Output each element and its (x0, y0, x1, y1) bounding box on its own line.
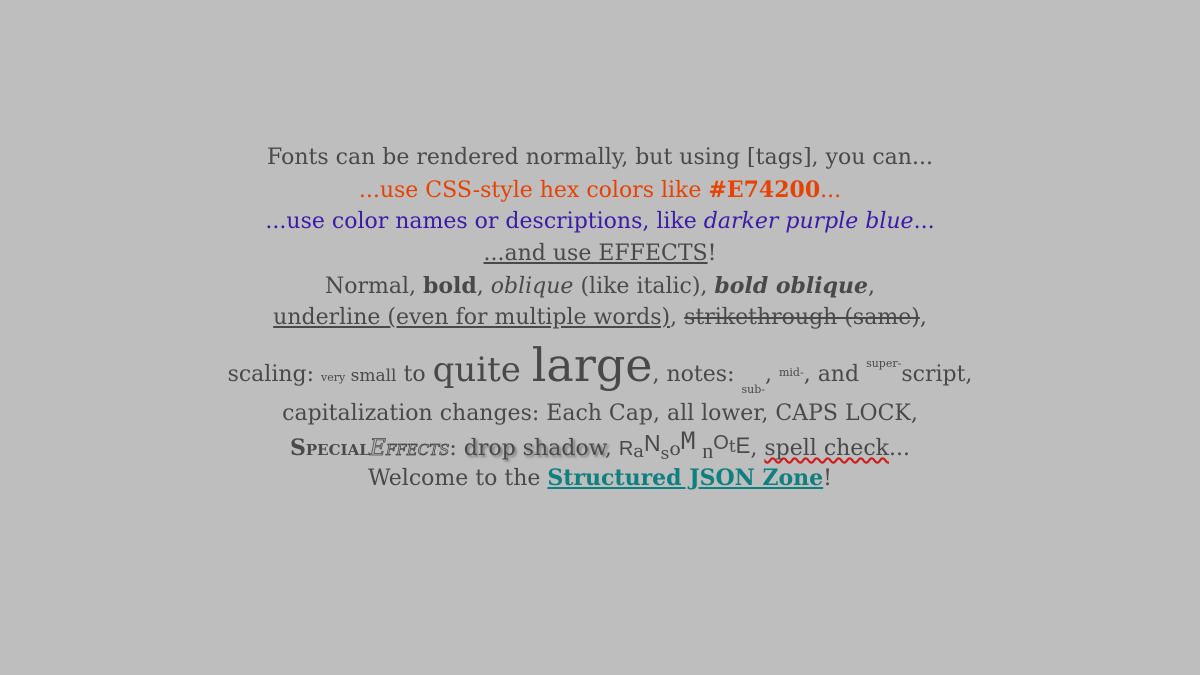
special-end: ... (888, 436, 910, 461)
small-text: small (345, 366, 397, 386)
normal-text: Normal, (324, 274, 423, 299)
color-names-prefix: ...use color names or descriptions, like (265, 209, 704, 234)
subscript-note: sub- (741, 383, 765, 396)
ransom-sep: , (750, 436, 765, 461)
line-intro: Fonts can be rendered normally, but usin… (0, 145, 1200, 170)
effects-outline-text: Effects (369, 436, 450, 462)
quite-text: quite (432, 350, 521, 390)
hex-suffix: ... (820, 178, 842, 203)
ransom-letter: n (702, 438, 714, 463)
hex-prefix: ...use CSS-style hex colors like (358, 178, 709, 203)
styles-end: , (868, 274, 876, 299)
line-effects-intro: ...and use EFFECTS! (0, 241, 1200, 266)
effects-intro-suffix: ! (707, 241, 717, 266)
bold-oblique-text: bold oblique (714, 273, 869, 299)
notes-text: , notes: (652, 362, 742, 387)
ransom-letter: a (633, 441, 644, 462)
structured-json-zone-link[interactable]: Structured JSON Zone (547, 465, 823, 491)
ransom-letter: o (669, 438, 681, 460)
decorations-end: , (919, 305, 927, 330)
ransom-note-text: RaNsoM nOtE (618, 427, 751, 464)
bold-text: bold (422, 273, 477, 299)
drop-shadow-text: drop shadow (463, 436, 605, 461)
decorations-sep: , (670, 305, 685, 330)
special-text: Special (290, 435, 370, 461)
ransom-letter: M (680, 427, 696, 455)
very-text: very (321, 371, 346, 384)
ransom-letter: t (728, 437, 736, 457)
welcome-prefix: Welcome to the (367, 466, 548, 491)
effects-intro-text: ...and use EFFECTS (483, 241, 708, 266)
script-text: script, (901, 362, 973, 387)
special-colon: : (449, 436, 464, 461)
ransom-letter: O (713, 432, 729, 454)
oblique-text: oblique (490, 274, 574, 299)
ransom-letter: E (735, 433, 751, 458)
hex-code: #E74200 (708, 177, 821, 203)
color-names-suffix: ... (913, 209, 935, 234)
notes-comma: , (764, 362, 779, 387)
large-text: large (531, 338, 653, 392)
ransom-letter: N (644, 430, 661, 456)
special-sep: , (604, 436, 619, 461)
color-name-example: darker purple blue (703, 209, 914, 234)
line-welcome: Welcome to the Structured JSON Zone! (0, 465, 1200, 491)
line-styles: Normal, bold, oblique (like italic), bol… (0, 273, 1200, 299)
line-scaling: scaling: very small to quite large, note… (0, 338, 1200, 396)
text-demo-canvas: Fonts can be rendered normally, but usin… (0, 0, 1200, 675)
midscript-note: mid- (778, 366, 804, 379)
capitalization-text: capitalization changes: Each Cap, all lo… (282, 401, 918, 426)
line-hex-colors: ...use CSS-style hex colors like #E74200… (0, 177, 1200, 203)
superscript-note: super- (866, 357, 902, 370)
line-capitalization: capitalization changes: Each Cap, all lo… (0, 401, 1200, 426)
ransom-letter: R (618, 438, 634, 460)
line-decorations: underline (even for multiple words), str… (0, 305, 1200, 330)
intro-text: Fonts can be rendered normally, but usin… (267, 145, 933, 170)
welcome-suffix: ! (823, 466, 833, 491)
line-special-effects: SpecialEffects: drop shadow, RaNsoM nOtE… (0, 427, 1200, 464)
styles-sep: , (476, 274, 491, 299)
to-text: to (396, 362, 433, 387)
scaling-prefix: scaling: (227, 362, 322, 387)
scale-space (521, 350, 532, 390)
line-color-names: ...use color names or descriptions, like… (0, 209, 1200, 234)
strikethrough-text: strikethrough (same) (684, 305, 920, 330)
underline-text: underline (even for multiple words) (273, 305, 671, 330)
spell-check-text: spell check (764, 436, 889, 461)
notes-and: , and (803, 362, 867, 387)
ransom-letter: s (660, 444, 670, 464)
like-italic-text: (like italic), (573, 274, 715, 299)
